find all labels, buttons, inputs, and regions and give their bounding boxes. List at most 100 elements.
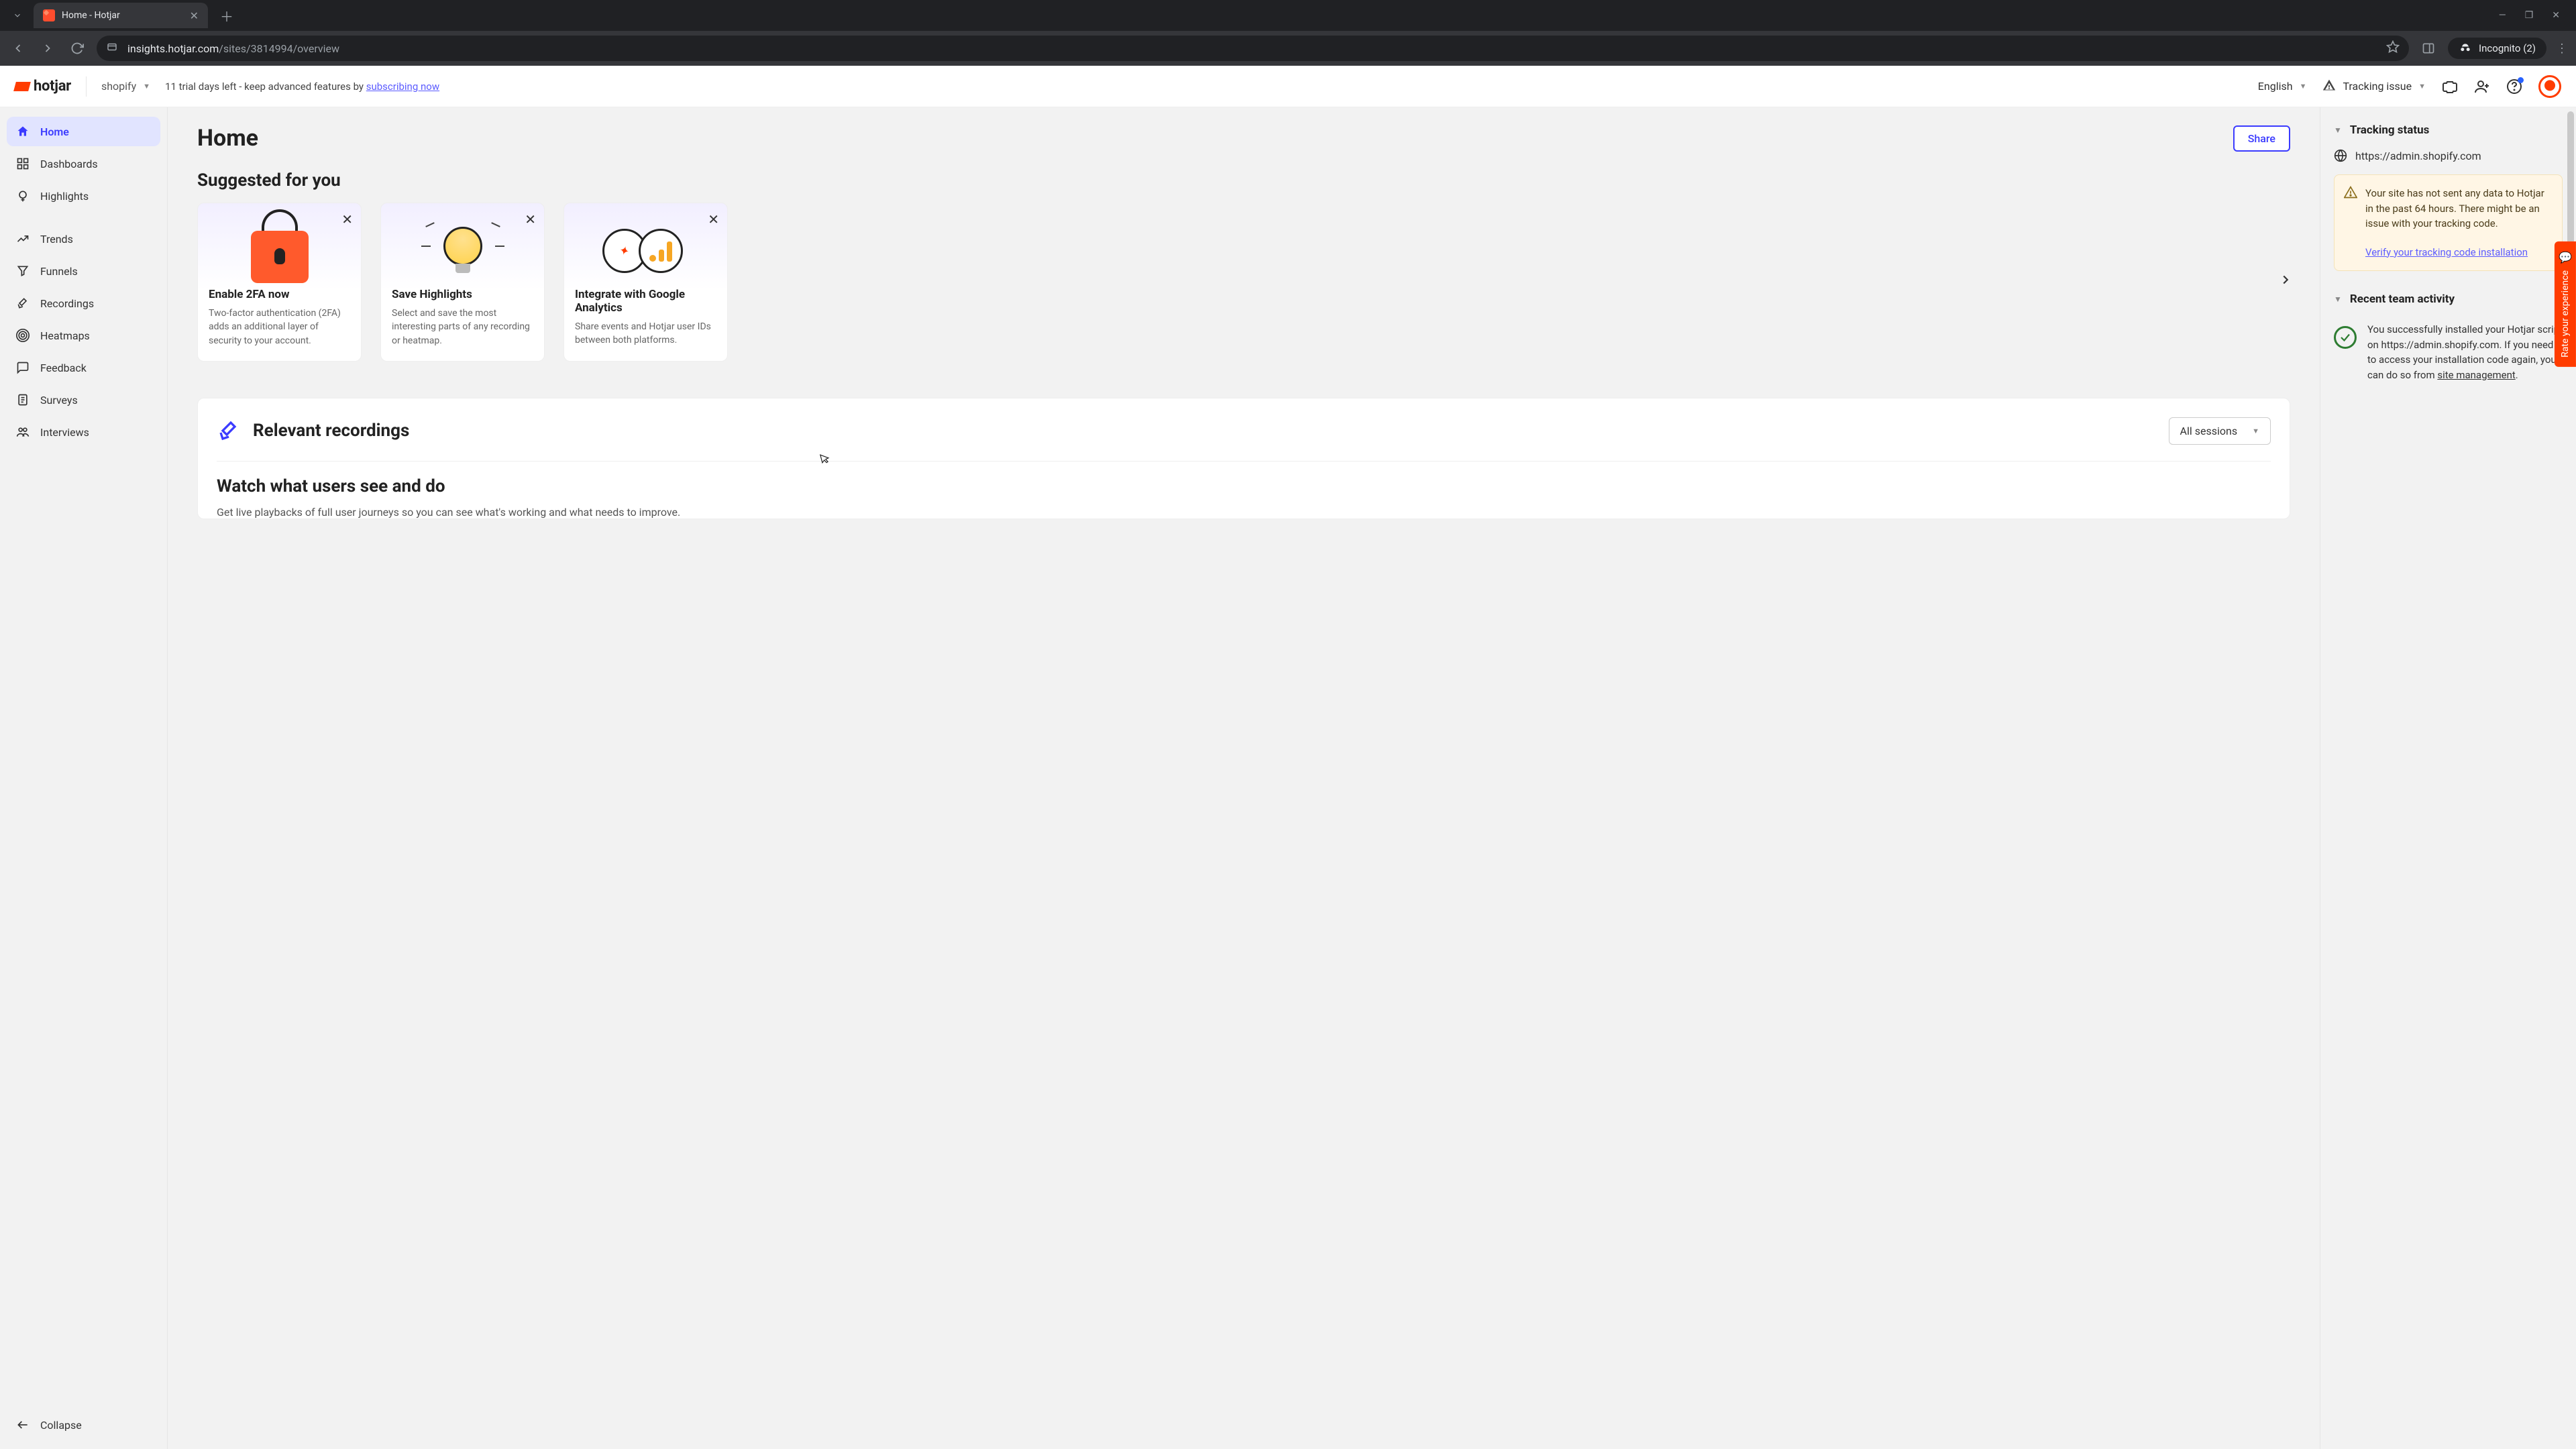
main-content: Home Share Suggested for you ✕ Enable 2F…	[168, 107, 2320, 1449]
browser-chrome: Home - Hotjar ✕ ＋ — ❐ ✕ insights.hotjar.…	[0, 0, 2576, 66]
card-enable-2fa[interactable]: ✕ Enable 2FA now Two-factor authenticati…	[197, 203, 362, 362]
reload-button[interactable]	[67, 38, 87, 58]
url-text: insights.hotjar.com/sites/3814994/overvi…	[127, 42, 339, 55]
page-title: Home	[197, 125, 258, 152]
sidebar-item-label: Home	[40, 125, 69, 138]
close-tab-icon[interactable]: ✕	[190, 9, 199, 22]
activity-item: You successfully installed your Hotjar s…	[2334, 322, 2563, 382]
sidebar-collapse-button[interactable]: Collapse	[7, 1410, 160, 1440]
tracked-site-url: https://admin.shopify.com	[2334, 149, 2563, 162]
sidebar-item-surveys[interactable]: Surveys	[7, 385, 160, 415]
language-selector[interactable]: English ▼	[2258, 80, 2307, 93]
subscribe-link[interactable]: subscribing now	[366, 80, 439, 93]
sidebar-item-funnels[interactable]: Funnels	[7, 256, 160, 286]
window-controls: — ❐ ✕	[2499, 10, 2571, 21]
watch-title: Watch what users see and do	[217, 476, 2271, 496]
sidebar-item-home[interactable]: Home	[7, 117, 160, 146]
carousel-next-icon[interactable]	[2278, 272, 2293, 291]
feedback-side-tab[interactable]: Rate your experience 💬	[2555, 241, 2576, 367]
integrations-icon[interactable]	[2442, 78, 2458, 95]
new-tab-button[interactable]: ＋	[220, 6, 233, 25]
sessions-filter[interactable]: All sessions ▼	[2169, 417, 2271, 445]
hotjar-logo[interactable]: hotjar	[15, 78, 71, 95]
sidebar-item-label: Trends	[40, 233, 73, 246]
chevron-down-icon: ▼	[2418, 82, 2426, 91]
warning-icon	[2322, 78, 2336, 95]
chevron-down-icon: ▼	[2252, 427, 2259, 435]
tab-strip: Home - Hotjar ✕ ＋ — ❐ ✕	[0, 0, 2576, 31]
help-icon[interactable]	[2506, 78, 2522, 95]
app-header: hotjar shopify ▼ 11 trial days left - ke…	[0, 66, 2576, 107]
card-body: Select and save the most interesting par…	[392, 307, 533, 347]
site-management-link[interactable]: site management	[2437, 369, 2515, 381]
card-body: Share events and Hotjar user IDs between…	[575, 320, 716, 347]
hotjar-favicon	[43, 9, 55, 21]
sidebar-item-label: Funnels	[40, 265, 78, 278]
card-title: Save Highlights	[392, 288, 533, 301]
close-icon[interactable]: ✕	[708, 211, 719, 227]
minimize-icon[interactable]: —	[2499, 10, 2506, 21]
chat-icon: 💬	[2559, 251, 2572, 264]
tracking-status-toggle[interactable]: ▼ Tracking status	[2334, 123, 2563, 137]
suggestion-cards: ✕ Enable 2FA now Two-factor authenticati…	[197, 203, 2290, 362]
close-icon[interactable]: ✕	[341, 211, 353, 227]
lightbulb-icon	[392, 214, 533, 288]
sidebar-item-dashboards[interactable]: Dashboards	[7, 149, 160, 178]
card-title: Enable 2FA now	[209, 288, 350, 301]
bookmark-icon[interactable]	[2386, 40, 2400, 56]
incognito-indicator[interactable]: Incognito (2)	[2448, 38, 2546, 59]
maximize-icon[interactable]: ❐	[2525, 10, 2534, 21]
sidebar-item-highlights[interactable]: Highlights	[7, 181, 160, 211]
recordings-panel: Relevant recordings All sessions ▼ Watch…	[197, 398, 2290, 519]
card-google-analytics[interactable]: ✕ Integrate with Google Analytics Share …	[564, 203, 728, 362]
right-rail: ▼ Tracking status https://admin.shopify.…	[2320, 107, 2576, 1449]
sidebar-item-label: Highlights	[40, 190, 89, 203]
divider	[86, 76, 87, 97]
sidebar-item-interviews[interactable]: Interviews	[7, 417, 160, 447]
verify-tracking-link[interactable]: Verify your tracking code installation	[2365, 245, 2551, 260]
side-panel-icon[interactable]	[2418, 38, 2438, 58]
card-body: Two-factor authentication (2FA) adds an …	[209, 307, 350, 347]
browser-menu-icon[interactable]: ⋮	[2556, 42, 2568, 56]
close-window-icon[interactable]: ✕	[2552, 10, 2560, 21]
suggested-title: Suggested for you	[197, 170, 2290, 191]
hotjar-logo-icon	[15, 79, 30, 94]
check-circle-icon	[2334, 326, 2357, 349]
sidebar-item-heatmaps[interactable]: Heatmaps	[7, 321, 160, 350]
sidebar: Home Dashboards Highlights Trends Funnel…	[0, 107, 168, 1449]
tabs-dropdown-icon[interactable]	[5, 3, 30, 28]
share-button[interactable]: Share	[2233, 125, 2290, 152]
team-activity-toggle[interactable]: ▼ Recent team activity	[2334, 292, 2563, 306]
sidebar-item-feedback[interactable]: Feedback	[7, 353, 160, 382]
tracking-alert: Your site has not sent any data to Hotja…	[2334, 174, 2563, 271]
site-selector[interactable]: shopify ▼	[101, 80, 150, 93]
back-button[interactable]	[8, 38, 28, 58]
site-info-icon[interactable]	[106, 41, 118, 56]
sidebar-item-trends[interactable]: Trends	[7, 224, 160, 254]
forward-button[interactable]	[38, 38, 58, 58]
sidebar-item-label: Recordings	[40, 297, 94, 310]
ga-integration-icon	[575, 214, 716, 288]
sidebar-item-label: Dashboards	[40, 158, 98, 170]
trial-banner: 11 trial days left - keep advanced featu…	[165, 80, 439, 93]
sidebar-item-recordings[interactable]: Recordings	[7, 288, 160, 318]
browser-tab[interactable]: Home - Hotjar ✕	[34, 3, 208, 28]
close-icon[interactable]: ✕	[525, 211, 536, 227]
tracking-issue-dropdown[interactable]: Tracking issue ▼	[2322, 78, 2426, 95]
user-avatar[interactable]	[2538, 75, 2561, 98]
card-save-highlights[interactable]: ✕ Save Highlights Select and save the mo…	[380, 203, 545, 362]
url-bar[interactable]: insights.hotjar.com/sites/3814994/overvi…	[97, 36, 2409, 61]
hotjar-logo-text: hotjar	[34, 78, 71, 95]
chevron-down-icon: ▼	[2334, 125, 2342, 135]
recordings-icon	[217, 419, 241, 443]
sidebar-item-label: Interviews	[40, 426, 89, 439]
sidebar-item-label: Surveys	[40, 394, 78, 407]
chevron-down-icon: ▼	[2300, 82, 2307, 91]
invite-user-icon[interactable]	[2474, 78, 2490, 95]
warning-icon	[2344, 186, 2357, 204]
browser-toolbar: insights.hotjar.com/sites/3814994/overvi…	[0, 31, 2576, 66]
app-body: Home Dashboards Highlights Trends Funnel…	[0, 107, 2576, 1449]
globe-icon	[2334, 149, 2347, 162]
card-title: Integrate with Google Analytics	[575, 288, 716, 315]
chevron-down-icon: ▼	[2334, 294, 2342, 304]
